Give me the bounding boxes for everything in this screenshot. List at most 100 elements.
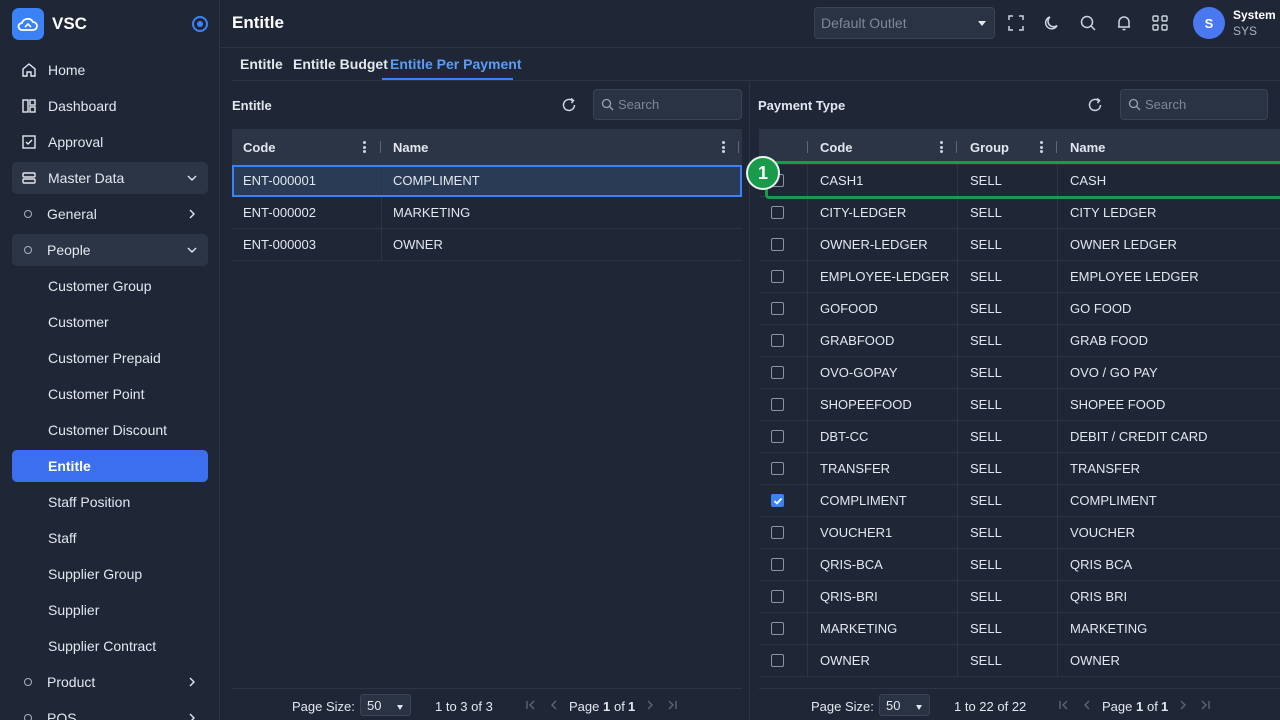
- row-checkbox[interactable]: [771, 558, 784, 571]
- previous-page-icon[interactable]: [1081, 699, 1093, 711]
- sidebar-item-product[interactable]: Product: [12, 666, 208, 698]
- column-header-name[interactable]: Name: [1059, 129, 1280, 165]
- column-resize-handle[interactable]: [807, 141, 808, 153]
- row-checkbox[interactable]: [771, 590, 784, 603]
- row-checkbox[interactable]: [771, 270, 784, 283]
- table-row[interactable]: SHOPEEFOOD SELL SHOPEE FOOD: [759, 389, 1280, 421]
- payment-search-input[interactable]: [1145, 90, 1255, 119]
- row-checkbox[interactable]: [771, 462, 784, 475]
- cell-name: OWNER: [393, 237, 443, 252]
- previous-page-icon[interactable]: [548, 699, 560, 711]
- apps-grid-icon[interactable]: [1150, 13, 1170, 33]
- last-page-icon[interactable]: [1199, 699, 1211, 711]
- table-row[interactable]: MARKETING SELL MARKETING: [759, 613, 1280, 645]
- sidebar-item-supplier-contract[interactable]: Supplier Contract: [12, 630, 208, 662]
- sidebar-item-supplier[interactable]: Supplier: [12, 594, 208, 626]
- column-menu-icon[interactable]: [721, 141, 725, 153]
- table-row[interactable]: QRIS-BCA SELL QRIS BCA: [759, 549, 1280, 581]
- column-header-name[interactable]: Name: [382, 129, 740, 165]
- table-row[interactable]: TRANSFER SELL TRANSFER: [759, 453, 1280, 485]
- user-menu[interactable]: S System SYS: [1193, 7, 1280, 40]
- fullscreen-icon[interactable]: [1006, 13, 1026, 33]
- entitle-search-input[interactable]: [618, 90, 728, 119]
- row-checkbox[interactable]: [771, 430, 784, 443]
- table-row[interactable]: COMPLIMENT SELL COMPLIMENT: [759, 485, 1280, 517]
- sidebar-toggle-radio-icon[interactable]: [192, 16, 208, 32]
- cell-code: QRIS-BRI: [820, 589, 878, 604]
- last-page-icon[interactable]: [666, 699, 678, 711]
- sidebar-item-customer-point[interactable]: Customer Point: [12, 378, 208, 410]
- table-row[interactable]: OWNER SELL OWNER: [759, 645, 1280, 677]
- row-checkbox[interactable]: [771, 238, 784, 251]
- row-checkbox[interactable]: [771, 398, 784, 411]
- sidebar-item-supplier-group[interactable]: Supplier Group: [12, 558, 208, 590]
- table-row[interactable]: OVO-GOPAY SELL OVO / GO PAY: [759, 357, 1280, 389]
- cell-name: OVO / GO PAY: [1070, 365, 1158, 380]
- first-page-icon[interactable]: [1058, 699, 1070, 711]
- row-checkbox[interactable]: [771, 302, 784, 315]
- column-resize-handle[interactable]: [1056, 141, 1057, 153]
- column-header-code[interactable]: Code: [232, 129, 381, 165]
- column-resize-handle[interactable]: [380, 141, 381, 153]
- sidebar-item-approval[interactable]: Approval: [12, 126, 208, 158]
- row-checkbox[interactable]: [771, 526, 784, 539]
- row-checkbox[interactable]: [771, 654, 784, 667]
- column-divider: [807, 453, 808, 484]
- row-checkbox[interactable]: [771, 366, 784, 379]
- sidebar-item-customer-discount[interactable]: Customer Discount: [12, 414, 208, 446]
- page-size-select[interactable]: 50: [879, 694, 930, 716]
- table-row[interactable]: GRABFOOD SELL GRAB FOOD: [759, 325, 1280, 357]
- sidebar-item-staff[interactable]: Staff: [12, 522, 208, 554]
- column-menu-icon[interactable]: [939, 141, 943, 153]
- sidebar-item-staff-position[interactable]: Staff Position: [12, 486, 208, 518]
- table-row[interactable]: ENT-000001 COMPLIMENT: [232, 165, 742, 197]
- tab-entitle-per-payment[interactable]: Entitle Per Payment: [390, 56, 522, 72]
- cell-code: GRABFOOD: [820, 333, 895, 348]
- sidebar-item-general[interactable]: General: [12, 198, 208, 230]
- search-icon[interactable]: [1078, 13, 1098, 33]
- sidebar-item-entitle[interactable]: Entitle: [12, 450, 208, 482]
- table-row[interactable]: GOFOOD SELL GO FOOD: [759, 293, 1280, 325]
- column-header-code[interactable]: Code: [809, 129, 957, 165]
- table-row[interactable]: EMPLOYEE-LEDGER SELL EMPLOYEE LEDGER: [759, 261, 1280, 293]
- tab-entitle-budget[interactable]: Entitle Budget: [293, 56, 388, 72]
- refresh-icon[interactable]: [560, 96, 578, 114]
- sidebar-item-home[interactable]: Home: [12, 54, 208, 86]
- cell-name: EMPLOYEE LEDGER: [1070, 269, 1199, 284]
- sidebar-item-customer-prepaid[interactable]: Customer Prepaid: [12, 342, 208, 374]
- sidebar-item-master-data[interactable]: Master Data: [12, 162, 208, 194]
- search-icon: [601, 98, 614, 111]
- page-size-select[interactable]: 50: [360, 694, 411, 716]
- refresh-icon[interactable]: [1086, 96, 1104, 114]
- row-checkbox[interactable]: [771, 494, 784, 507]
- column-menu-icon[interactable]: [362, 141, 366, 153]
- caret-down-icon: [397, 705, 403, 710]
- sidebar-item-pos[interactable]: POS: [12, 702, 208, 720]
- bell-icon[interactable]: [1114, 13, 1134, 33]
- moon-icon[interactable]: [1042, 13, 1062, 33]
- table-row[interactable]: VOUCHER1 SELL VOUCHER: [759, 517, 1280, 549]
- table-row[interactable]: ENT-000003 OWNER: [232, 229, 742, 261]
- column-menu-icon[interactable]: [1039, 141, 1043, 153]
- table-row[interactable]: OWNER-LEDGER SELL OWNER LEDGER: [759, 229, 1280, 261]
- row-checkbox[interactable]: [771, 206, 784, 219]
- cell-code: GOFOOD: [820, 301, 878, 316]
- table-row[interactable]: QRIS-BRI SELL QRIS BRI: [759, 581, 1280, 613]
- sidebar-item-customer-group[interactable]: Customer Group: [12, 270, 208, 302]
- row-checkbox[interactable]: [771, 622, 784, 635]
- next-page-icon[interactable]: [644, 699, 656, 711]
- table-row[interactable]: DBT-CC SELL DEBIT / CREDIT CARD: [759, 421, 1280, 453]
- column-resize-handle[interactable]: [738, 141, 739, 153]
- row-checkbox[interactable]: [771, 334, 784, 347]
- first-page-icon[interactable]: [525, 699, 537, 711]
- sidebar-item-dashboard[interactable]: Dashboard: [12, 90, 208, 122]
- sidebar-item-people[interactable]: People: [12, 234, 208, 266]
- tab-entitle[interactable]: Entitle: [240, 56, 283, 72]
- circle-icon: [24, 210, 32, 218]
- table-row[interactable]: CITY-LEDGER SELL CITY LEDGER: [759, 197, 1280, 229]
- column-resize-handle[interactable]: [956, 141, 957, 153]
- sidebar-item-customer[interactable]: Customer: [12, 306, 208, 338]
- table-row[interactable]: ENT-000002 MARKETING: [232, 197, 742, 229]
- outlet-select[interactable]: Default Outlet: [814, 7, 995, 39]
- next-page-icon[interactable]: [1177, 699, 1189, 711]
